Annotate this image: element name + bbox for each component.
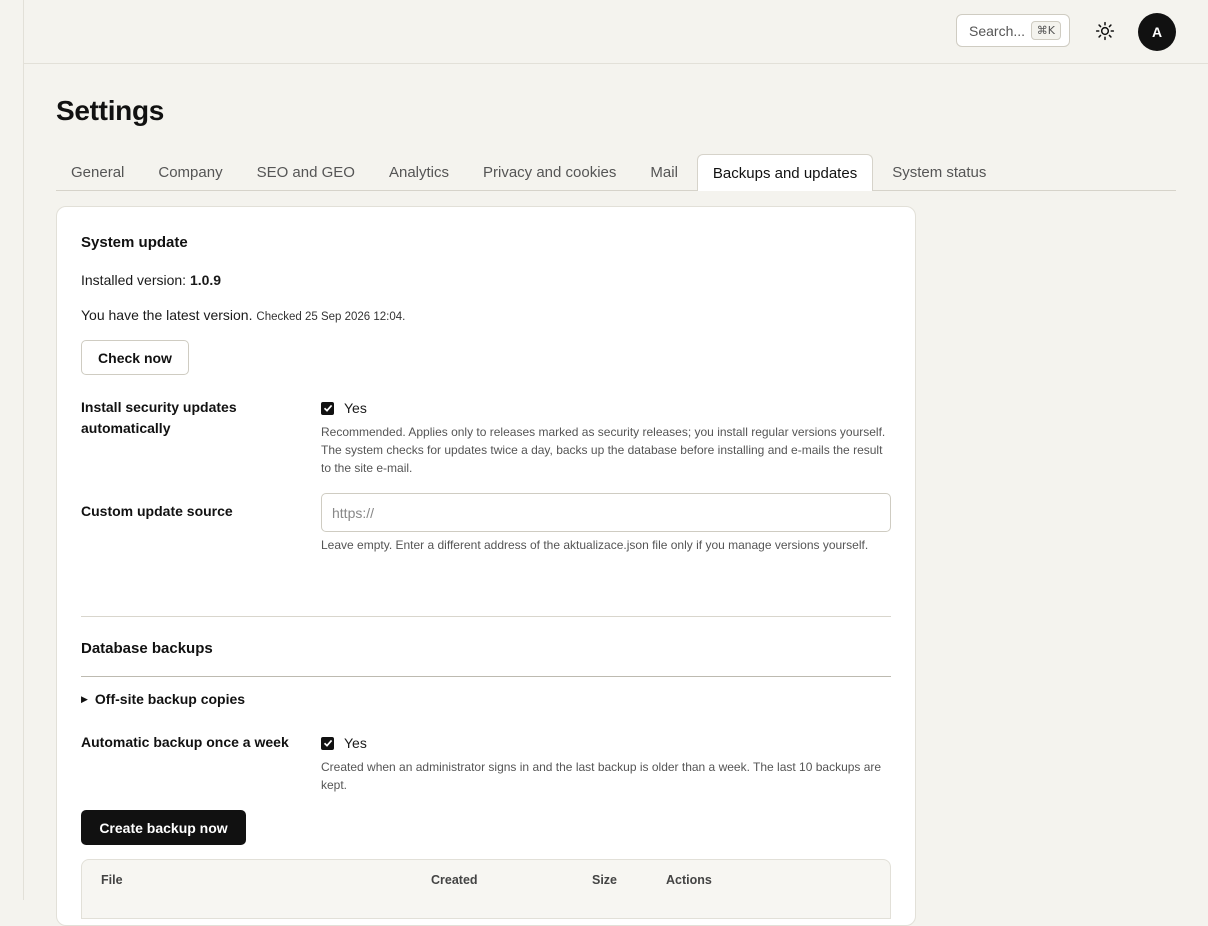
avatar[interactable]: A bbox=[1138, 13, 1176, 51]
custom-source-input[interactable] bbox=[321, 493, 891, 532]
triangle-right-icon: ▶ bbox=[81, 693, 88, 704]
column-header-file[interactable]: File bbox=[101, 873, 123, 887]
update-status-row: You have the latest version. Checked 25 … bbox=[81, 307, 405, 323]
create-backup-button[interactable]: Create backup now bbox=[81, 810, 246, 845]
search-button[interactable]: Search... ⌘K bbox=[956, 14, 1070, 47]
auto-backup-help: Created when an administrator signs in a… bbox=[321, 760, 882, 792]
tab-analytics[interactable]: Analytics bbox=[374, 154, 464, 190]
offsite-backup-toggle[interactable]: ▶ Off-site backup copies bbox=[81, 691, 245, 707]
column-header-size[interactable]: Size bbox=[592, 873, 617, 887]
tab-privacy-cookies[interactable]: Privacy and cookies bbox=[468, 154, 631, 190]
sidebar-rail bbox=[0, 0, 24, 900]
check-icon bbox=[323, 404, 332, 412]
update-status-text: You have the latest version. bbox=[81, 307, 253, 323]
last-checked-text: Checked 25 Sep 2026 12:04. bbox=[256, 311, 406, 323]
sun-icon bbox=[1095, 21, 1115, 41]
auto-security-help: Recommended. Applies only to releases ma… bbox=[321, 425, 886, 475]
offsite-backup-label: Off-site backup copies bbox=[94, 691, 246, 707]
search-label: Search... bbox=[969, 22, 1026, 39]
backups-divider bbox=[81, 676, 891, 677]
check-now-button[interactable]: Check now bbox=[81, 340, 189, 375]
backups-table: File Created Size Actions bbox=[81, 859, 891, 919]
installed-version-row: Installed version: 1.0.9 bbox=[81, 272, 221, 288]
search-shortcut: ⌘K bbox=[1030, 21, 1061, 40]
database-backups-title: Database backups bbox=[81, 640, 213, 657]
auto-security-label: Install security updates automatically bbox=[81, 399, 237, 436]
custom-source-help: Leave empty. Enter a different address o… bbox=[321, 538, 869, 552]
top-bar: Search... ⌘K A bbox=[24, 0, 1208, 64]
tab-system-status[interactable]: System status bbox=[877, 154, 1001, 190]
auto-security-checkbox-row[interactable]: Yes bbox=[321, 400, 367, 416]
theme-toggle-button[interactable] bbox=[1093, 19, 1117, 43]
tab-company[interactable]: Company bbox=[143, 154, 237, 190]
tab-seo-geo[interactable]: SEO and GEO bbox=[242, 154, 370, 190]
tab-general[interactable]: General bbox=[56, 154, 139, 190]
settings-card: System update Installed version: 1.0.9 Y… bbox=[56, 206, 916, 926]
tab-backups-updates[interactable]: Backups and updates bbox=[696, 154, 874, 191]
auto-backup-checkbox-label: Yes bbox=[344, 735, 367, 751]
custom-source-label: Custom update source bbox=[81, 503, 233, 519]
auto-security-checkbox-label: Yes bbox=[344, 400, 367, 416]
installed-version-label: Installed version: bbox=[81, 272, 187, 288]
auto-security-checkbox[interactable] bbox=[321, 401, 334, 415]
column-header-actions: Actions bbox=[666, 873, 712, 887]
column-header-created[interactable]: Created bbox=[431, 873, 478, 887]
auto-backup-checkbox-row[interactable]: Yes bbox=[321, 735, 367, 751]
check-icon bbox=[323, 739, 332, 747]
page-title: Settings bbox=[56, 95, 165, 126]
section-divider bbox=[81, 616, 891, 617]
auto-backup-checkbox[interactable] bbox=[321, 736, 334, 750]
system-update-title: System update bbox=[81, 234, 188, 251]
tab-mail[interactable]: Mail bbox=[635, 154, 693, 190]
auto-backup-label: Automatic backup once a week bbox=[81, 734, 289, 750]
installed-version-value: 1.0.9 bbox=[189, 272, 222, 288]
settings-tabs: General Company SEO and GEO Analytics Pr… bbox=[56, 153, 1176, 191]
